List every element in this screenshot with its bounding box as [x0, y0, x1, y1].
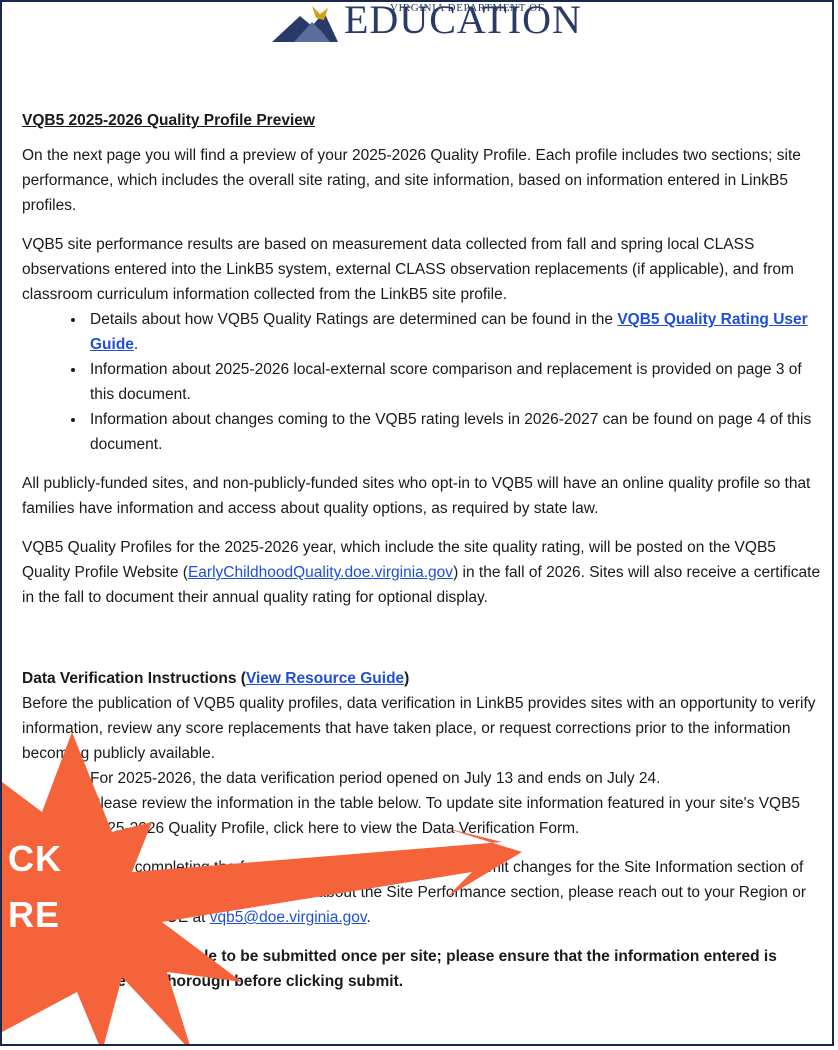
click-here-callout[interactable]: CK RE: [2, 722, 522, 1044]
performance-paragraph: VQB5 site performance results are based …: [22, 236, 794, 303]
logo-subtitle: VIRGINIA DEPARTMENT OF: [390, 2, 545, 14]
mountain-logo-icon: [272, 6, 338, 42]
intro-paragraph: On the next page you will find a preview…: [22, 147, 801, 214]
quality-profile-website-link[interactable]: EarlyChildhoodQuality.doe.virginia.gov: [188, 564, 453, 581]
list-item: Details about how VQB5 Quality Ratings a…: [86, 307, 822, 357]
vdoe-logo: VIRGINIA DEPARTMENT OF EDUCATION: [272, 2, 592, 46]
section-title-profile-preview: VQB5 2025-2026 Quality Profile Preview: [22, 112, 315, 129]
public-sites-paragraph: All publicly-funded sites, and non-publi…: [22, 475, 811, 517]
performance-bullets: Details about how VQB5 Quality Ratings a…: [22, 307, 822, 457]
starburst-arrow-icon: [2, 732, 522, 1044]
document-page: VIRGINIA DEPARTMENT OF EDUCATION VQB5 20…: [0, 0, 834, 1046]
view-resource-guide-link[interactable]: View Resource Guide: [246, 670, 404, 687]
list-item: Information about 2025-2026 local-extern…: [86, 357, 822, 407]
profiles-posting-paragraph: VQB5 Quality Profiles for the 2025-2026 …: [22, 539, 821, 606]
section-title-data-verification: Data Verification Instructions (View Res…: [22, 670, 410, 687]
callout-text-line2: RE: [8, 894, 61, 935]
list-item: Information about changes coming to the …: [86, 407, 822, 457]
callout-text-line1: CK: [8, 838, 62, 879]
